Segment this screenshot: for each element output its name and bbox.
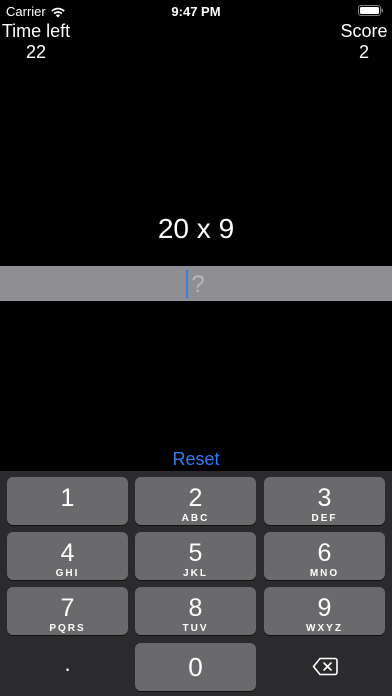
- answer-bar[interactable]: [0, 266, 392, 303]
- key-letters: MNO: [309, 568, 340, 579]
- key-digit: 8: [188, 594, 203, 622]
- status-time: 9:47 PM: [171, 4, 221, 19]
- key-4[interactable]: 4 GHI: [7, 532, 128, 580]
- key-5[interactable]: 5 JKL: [135, 532, 256, 580]
- key-digit: 7: [60, 594, 75, 622]
- key-letters: ABC: [181, 513, 210, 524]
- key-letters: DEF: [311, 513, 338, 524]
- key-dot[interactable]: .: [7, 643, 128, 691]
- key-digit: 5: [188, 539, 203, 567]
- key-digit: 6: [317, 539, 332, 567]
- numeric-keypad: 1 2 ABC 3 DEF 4 GHI 5 JKL 6 MNO 7 PQRS 8…: [0, 471, 392, 696]
- key-digit: 0: [188, 652, 203, 682]
- status-bar: Carrier 9:47 PM: [0, 0, 392, 22]
- score-label: Score: [340, 21, 388, 41]
- key-letters: TUV: [182, 623, 209, 634]
- answer-input[interactable]: [0, 266, 392, 303]
- battery-icon: [358, 5, 383, 16]
- key-letters: JKL: [183, 568, 208, 579]
- score-value: 2: [358, 42, 369, 62]
- key-digit: 2: [188, 484, 203, 512]
- time-left-block: Time left 22: [0, 21, 72, 63]
- key-letters: GHI: [55, 568, 80, 579]
- score-block: Score 2: [336, 21, 392, 63]
- key-digit: 1: [60, 484, 75, 512]
- key-9[interactable]: 9 WXYZ: [264, 587, 385, 635]
- text-cursor: [186, 270, 188, 298]
- key-dot-label: .: [64, 651, 71, 676]
- key-7[interactable]: 7 PQRS: [7, 587, 128, 635]
- key-letters: PQRS: [49, 623, 86, 634]
- time-left-value: 22: [25, 42, 47, 62]
- key-0[interactable]: 0: [135, 643, 256, 691]
- key-6[interactable]: 6 MNO: [264, 532, 385, 580]
- key-3[interactable]: 3 DEF: [264, 477, 385, 525]
- delete-backspace-icon: [312, 657, 338, 676]
- key-digit: 4: [60, 539, 75, 567]
- key-8[interactable]: 8 TUV: [135, 587, 256, 635]
- key-digit: 3: [317, 484, 332, 512]
- key-digit: 9: [317, 594, 332, 622]
- key-2[interactable]: 2 ABC: [135, 477, 256, 525]
- delete-key[interactable]: [264, 643, 385, 691]
- time-left-label: Time left: [1, 21, 71, 41]
- key-letters: WXYZ: [306, 623, 343, 634]
- reset-button[interactable]: Reset: [0, 449, 392, 470]
- question-text: 20 x 9: [157, 213, 235, 244]
- key-1[interactable]: 1: [7, 477, 128, 525]
